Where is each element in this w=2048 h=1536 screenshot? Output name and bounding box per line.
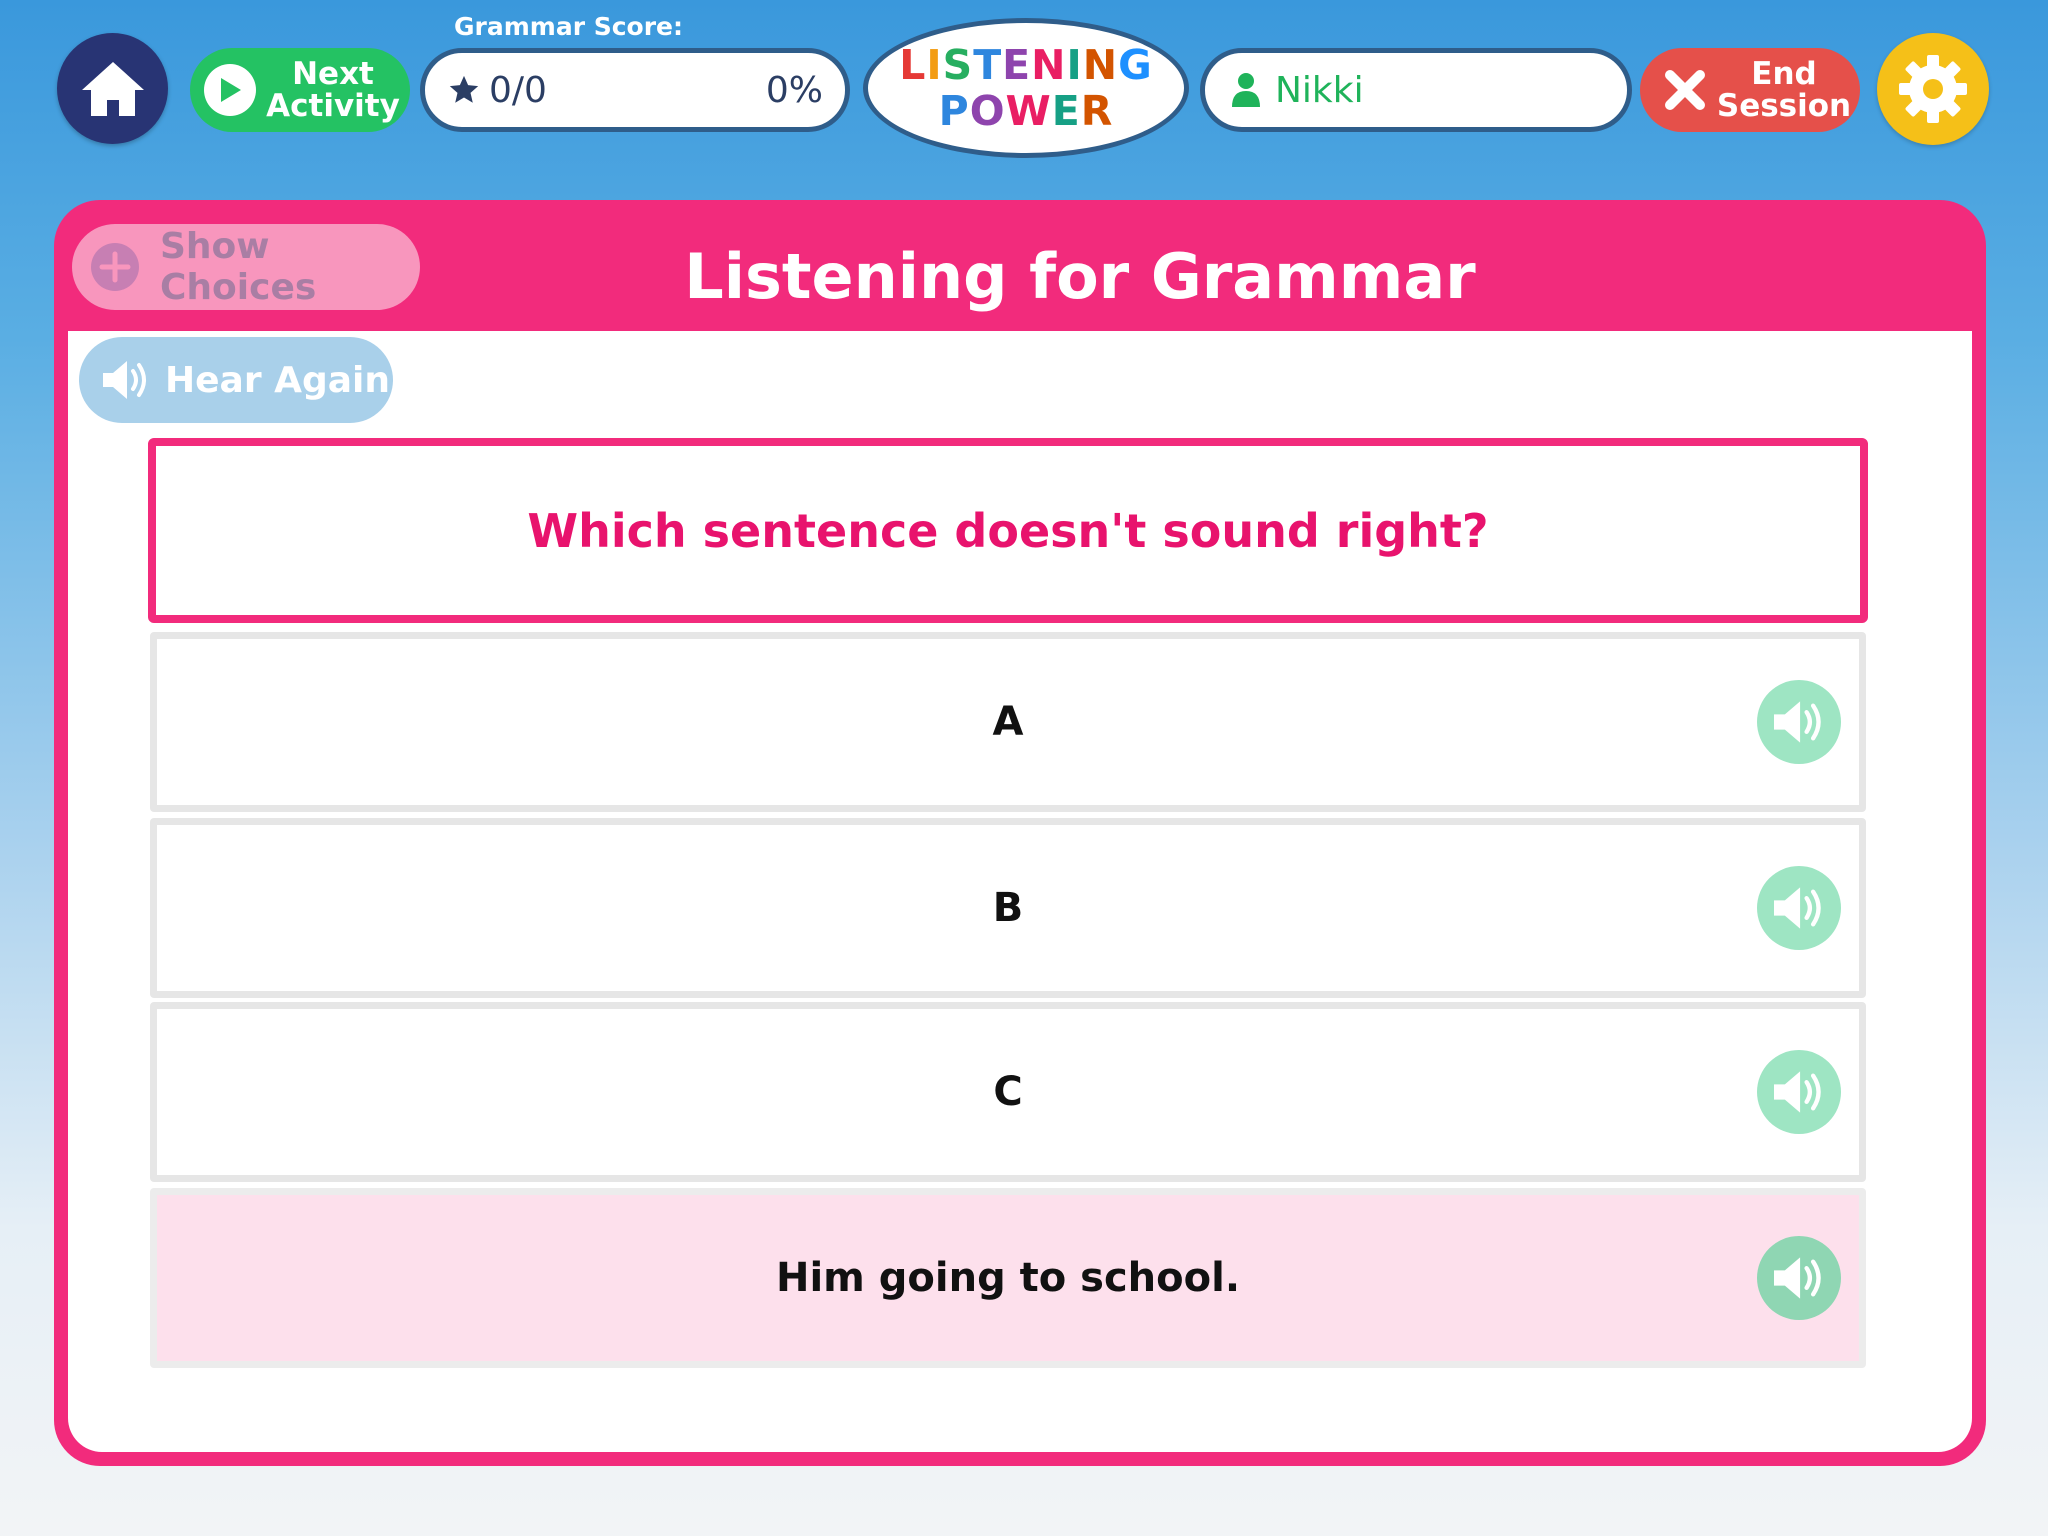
logo-letter: W (1005, 87, 1052, 135)
star-icon (447, 73, 481, 107)
show-choices-button[interactable]: Show Choices (72, 224, 420, 310)
score-title: Grammar Score: (454, 12, 684, 41)
end-session-button[interactable]: End Session (1640, 48, 1860, 132)
logo-letter: N (1031, 41, 1067, 89)
show-choices-label: Show Choices (160, 226, 317, 308)
choice-text: B (992, 885, 1024, 931)
speaker-icon[interactable] (1757, 680, 1841, 764)
score-display: 0/0 0% (420, 48, 850, 132)
settings-button[interactable] (1877, 33, 1989, 145)
close-icon (1662, 67, 1708, 113)
home-icon (81, 61, 144, 116)
user-name: Nikki (1275, 69, 1364, 111)
home-button[interactable] (57, 33, 168, 144)
logo-letter: I (926, 41, 943, 89)
logo-letter: T (973, 41, 1003, 89)
score-percent: 0% (765, 69, 823, 111)
hear-again-button[interactable]: Hear Again (79, 337, 393, 423)
score-count: 0/0 (489, 69, 547, 111)
logo-letter: L (899, 41, 927, 89)
logo-letter: N (1082, 41, 1119, 89)
speaker-icon (101, 357, 151, 403)
logo-letter: E (1051, 87, 1081, 135)
choice-c[interactable]: C (150, 1002, 1866, 1182)
end-session-label: End Session (1716, 56, 1852, 124)
choice-text: Him going to school. (775, 1255, 1241, 1301)
question-text: Which sentence doesn't sound right? (527, 503, 1489, 558)
person-icon (1231, 72, 1261, 108)
user-field[interactable]: Nikki (1200, 48, 1632, 132)
speaker-icon[interactable] (1757, 866, 1841, 950)
choice-text: C (993, 1069, 1023, 1115)
question-prompt: Which sentence doesn't sound right? (148, 438, 1868, 623)
logo-letter: E (1002, 41, 1032, 89)
logo-letter: G (1118, 41, 1153, 89)
speaker-icon[interactable] (1757, 1050, 1841, 1134)
choice-b[interactable]: B (150, 818, 1866, 998)
app-logo: LISTENING POWER (863, 18, 1189, 158)
logo-letter: I (1066, 41, 1083, 89)
logo-letter: P (938, 87, 970, 135)
gear-icon (1899, 55, 1967, 123)
logo-line-2: POWER (939, 88, 1114, 134)
next-activity-label: Next Activity (266, 56, 400, 124)
choice-text: A (992, 699, 1024, 745)
logo-letter: S (942, 41, 974, 89)
play-icon (204, 64, 256, 116)
logo-line-1: LISTENING (899, 42, 1153, 88)
logo-letter: R (1080, 87, 1114, 135)
logo-letter: O (969, 87, 1006, 135)
speaker-icon[interactable] (1757, 1236, 1841, 1320)
choice-d[interactable]: Him going to school. (150, 1188, 1866, 1368)
plus-circle-icon (90, 242, 140, 292)
next-activity-button[interactable]: Next Activity (190, 48, 410, 132)
choice-a[interactable]: A (150, 632, 1866, 812)
hear-again-label: Hear Again (165, 359, 391, 401)
